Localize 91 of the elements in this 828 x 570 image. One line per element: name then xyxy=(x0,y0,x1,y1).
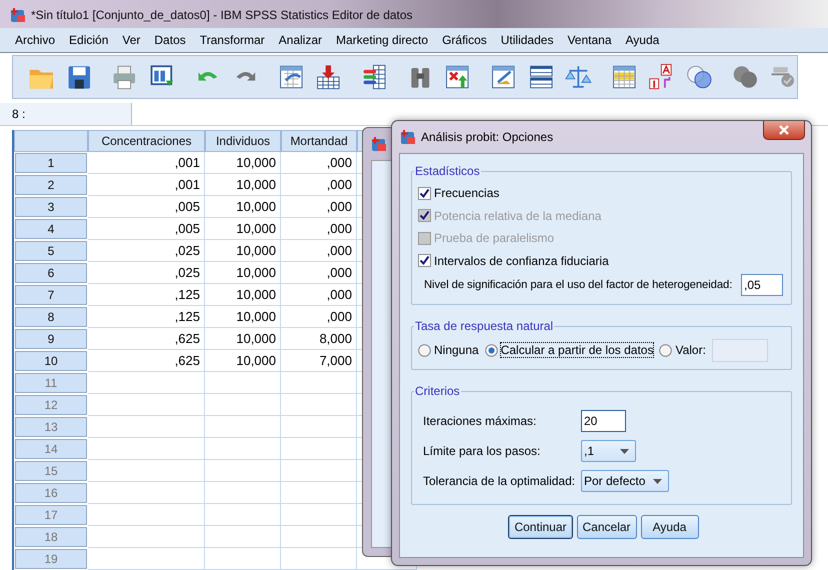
app-icon xyxy=(10,7,26,23)
field-label: Tolerancia de la optimalidad: xyxy=(423,474,576,488)
table-cell: ,025 xyxy=(88,240,205,262)
menu-item[interactable]: Analizar xyxy=(278,33,322,47)
table-cell: 10,000 xyxy=(205,218,281,240)
row-header[interactable]: 10 xyxy=(15,351,87,371)
row-header[interactable]: 5 xyxy=(15,241,87,261)
radio-label: Valor: xyxy=(675,343,706,357)
dropdown[interactable]: Por defecto xyxy=(581,470,670,492)
table-cell: 7,000 xyxy=(281,350,357,372)
field-label: Iteraciones máximas: xyxy=(423,414,538,428)
menu-item[interactable]: Datos xyxy=(154,33,186,47)
caret-icon xyxy=(620,448,629,454)
checkbox[interactable] xyxy=(418,254,431,268)
dialog-icon xyxy=(400,129,416,145)
checkbox-label: Frecuencias xyxy=(434,186,500,200)
table-cell: ,001 xyxy=(88,174,205,196)
checkbox-label: Intervalos de confianza fiduciaria xyxy=(434,254,609,268)
table-cell: 10,000 xyxy=(205,196,281,218)
table-cell: ,000 xyxy=(281,174,357,196)
column-header[interactable]: Mortandad xyxy=(281,130,357,152)
menu-item[interactable]: Ver xyxy=(122,33,140,47)
dialog-button[interactable]: Continuar xyxy=(508,515,572,539)
radio-label: Calcular a partir de los datos xyxy=(500,343,654,357)
cell-reference: 8 : xyxy=(0,103,132,125)
caret-icon xyxy=(653,478,662,484)
menu-item[interactable]: Ventana xyxy=(567,33,612,47)
significance-field[interactable]: ,05 xyxy=(741,274,783,296)
column-header[interactable]: Concentraciones xyxy=(88,130,205,152)
row-header[interactable]: 6 xyxy=(15,263,87,283)
table-cell: ,625 xyxy=(88,350,205,372)
menu-item[interactable]: Edición xyxy=(69,33,108,47)
row-header[interactable]: 3 xyxy=(15,197,87,217)
table-cell: 8,000 xyxy=(281,328,357,350)
menu-item[interactable]: Transformar xyxy=(200,33,265,47)
table-cell: 10,000 xyxy=(205,350,281,372)
table-cell: ,125 xyxy=(88,284,205,306)
iterations-field[interactable]: 20 xyxy=(581,410,626,432)
close-button[interactable] xyxy=(763,121,805,140)
window-title: *Sin título1 [Conjunto_de_datos0] - IBM SPSS Statistics Editor de datos xyxy=(31,8,413,22)
dialog-icon xyxy=(371,136,387,152)
table-cell: 10,000 xyxy=(205,262,281,284)
table-cell: ,000 xyxy=(281,196,357,218)
checkbox[interactable] xyxy=(418,186,431,200)
table-cell: 10,000 xyxy=(205,284,281,306)
row-header[interactable]: 4 xyxy=(15,219,87,239)
row-header[interactable]: 9 xyxy=(15,329,87,349)
table-cell: ,025 xyxy=(88,262,205,284)
table-cell: 10,000 xyxy=(205,174,281,196)
radio-button[interactable] xyxy=(659,344,672,356)
checkbox-label: Prueba de paralelismo xyxy=(434,231,554,246)
menu-item[interactable]: Marketing directo xyxy=(336,33,428,47)
close-icon xyxy=(778,125,790,135)
table-cell: ,000 xyxy=(281,218,357,240)
checkbox-label: Potencia relativa de la mediana xyxy=(434,208,602,223)
table-cell: ,625 xyxy=(88,328,205,350)
column-header[interactable]: Individuos xyxy=(205,130,281,152)
table-cell: 10,000 xyxy=(205,306,281,328)
radio-label: Ninguna xyxy=(434,343,479,357)
row-header[interactable]: 8 xyxy=(15,307,87,327)
row-header[interactable]: 7 xyxy=(15,285,87,305)
menu-item[interactable]: Ayuda xyxy=(626,33,660,47)
table-cell: ,000 xyxy=(281,262,357,284)
menu-item[interactable]: Archivo xyxy=(15,33,56,47)
menu-item[interactable]: Utilidades xyxy=(500,33,554,47)
dialog-title: Análisis probit: Opciones xyxy=(421,130,554,144)
field-label: Nivel de significación para el uso del factor de heterogeneidad: xyxy=(424,279,732,291)
table-cell: ,005 xyxy=(88,196,205,218)
table-cell: ,001 xyxy=(88,152,205,174)
table-cell: ,000 xyxy=(281,306,357,328)
dropdown[interactable]: ,1 xyxy=(581,440,636,462)
row-header[interactable]: 1 xyxy=(15,153,87,173)
table-cell: 10,000 xyxy=(205,152,281,174)
value-field[interactable] xyxy=(712,338,768,362)
table-cell: ,000 xyxy=(281,152,357,174)
table-cell: ,000 xyxy=(281,240,357,262)
radio-button[interactable] xyxy=(484,344,498,356)
radio-button[interactable] xyxy=(418,344,431,356)
table-cell: ,125 xyxy=(88,306,205,328)
table-cell: 10,000 xyxy=(205,328,281,350)
table-cell: 10,000 xyxy=(205,240,281,262)
group-label: Estadísticos xyxy=(414,164,481,178)
table-cell: ,000 xyxy=(281,284,357,306)
dialog-button[interactable]: Cancelar xyxy=(576,515,637,539)
group-label: Tasa de respuesta natural xyxy=(414,319,554,333)
group-label: Criterios xyxy=(414,384,461,398)
field-label: Límite para los pasos: xyxy=(423,444,542,458)
dialog-button[interactable]: Ayuda xyxy=(640,515,699,539)
table-cell: ,005 xyxy=(88,218,205,240)
row-header[interactable]: 2 xyxy=(15,175,87,195)
menu-item[interactable]: Gráficos xyxy=(442,33,487,47)
